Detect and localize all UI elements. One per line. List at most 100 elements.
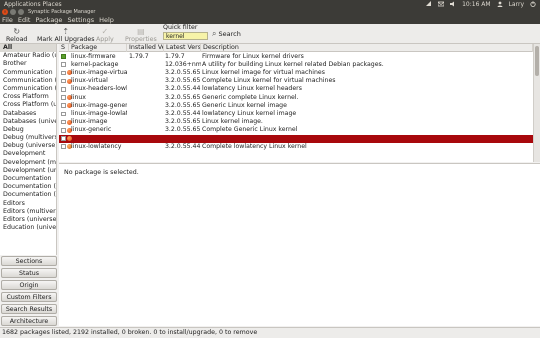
indicator-area: 10:16 AM Larry	[426, 1, 536, 8]
status-checkbox[interactable]	[61, 144, 66, 150]
category-item[interactable]: All	[0, 44, 56, 53]
cell-package: linux-image-lowlatency	[71, 109, 127, 117]
package-table[interactable]: S Package Installed Version Latest Versi…	[59, 44, 533, 162]
category-item[interactable]: Cross Platform (universe)	[0, 101, 56, 109]
category-item[interactable]: Brother	[0, 60, 56, 68]
status-checkbox[interactable]	[61, 54, 66, 59]
category-item[interactable]: Databases (universe)	[0, 118, 56, 126]
volume-icon[interactable]	[450, 1, 456, 7]
category-item[interactable]: Education (universe)	[0, 224, 56, 232]
status-checkbox[interactable]	[61, 128, 66, 133]
architecture-button[interactable]: Architecture	[1, 316, 57, 326]
column-header-latest-version[interactable]: Latest Version	[164, 44, 201, 52]
reload-button[interactable]: ↻ Reload	[6, 25, 27, 43]
category-item[interactable]: Communication (universe)	[0, 85, 56, 93]
category-item[interactable]: Development	[0, 150, 56, 158]
cell-description: lowlatency Linux kernel headers	[202, 85, 302, 93]
status-checkbox[interactable]	[61, 62, 66, 68]
mail-icon[interactable]	[437, 1, 445, 7]
sections-button[interactable]: Sections	[1, 256, 57, 266]
column-header-status[interactable]: S	[59, 44, 69, 52]
category-item[interactable]: Communication (multiverse)	[0, 77, 56, 85]
clock[interactable]: 10:16 AM	[462, 1, 490, 8]
table-row[interactable]: linux-generic 3.2.0.55.65 Complete Generic…	[59, 126, 533, 134]
vertical-scrollbar[interactable]	[533, 44, 540, 162]
column-header-package[interactable]: Package	[69, 44, 127, 52]
category-item[interactable]: Documentation (multiverse)	[0, 183, 56, 191]
upgrade-icon: ⇡	[62, 27, 70, 36]
quick-filter-label: Quick filter	[163, 24, 198, 31]
category-item[interactable]: Editors (universe)	[0, 216, 56, 224]
table-row[interactable]: linux-image-generic 3.2.0.55.65 Generic Li…	[59, 102, 533, 110]
status-checkbox[interactable]	[61, 78, 66, 84]
status-checkbox[interactable]	[61, 119, 66, 125]
status-checkbox[interactable]	[61, 87, 66, 92]
table-row[interactable]: linux 3.2.0.55.65 Generic complete Linux k…	[59, 94, 533, 102]
category-item[interactable]: Development (universe)	[0, 167, 56, 175]
table-row[interactable]: linux-headers-lowlatency 3.2.0.55.44lowla…	[59, 85, 533, 93]
category-item[interactable]: Editors	[0, 200, 56, 208]
table-row[interactable]: linux-image 3.2.0.55.65 Linux kernel image…	[59, 118, 533, 126]
category-item[interactable]: Amateur Radio (universe)	[0, 52, 56, 60]
cell-description: Complete Linux kernel for virtual machin…	[202, 77, 336, 85]
user-name[interactable]: Larry	[509, 1, 524, 8]
category-item[interactable]: Debug	[0, 126, 56, 134]
quick-filter-input[interactable]	[163, 32, 208, 40]
status-checkbox[interactable]	[61, 103, 66, 109]
category-item[interactable]: Debug (universe)	[0, 142, 56, 150]
apply-button[interactable]: ✓ Apply	[96, 25, 114, 43]
window-title: Synaptic Package Manager	[28, 8, 96, 15]
origin-button[interactable]: Origin	[1, 280, 57, 290]
cell-latest-version	[165, 135, 201, 143]
menu-help[interactable]: Help	[99, 16, 114, 24]
table-row[interactable]: linux-image-virtual 3.2.0.55.65 Linux kern…	[59, 69, 533, 77]
table-row[interactable]: linux-lowlatency 3.2.0.55.44 Complete lowl…	[59, 143, 533, 151]
status-checkbox[interactable]	[61, 136, 66, 141]
table-row[interactable]: linux-virtual 3.2.0.55.65 Complete Linux k…	[59, 77, 533, 85]
scrollbar-thumb[interactable]	[535, 46, 539, 76]
category-item[interactable]: Editors (multiverse)	[0, 208, 56, 216]
mark-all-upgrades-button[interactable]: ⇡ Mark All Upgrades	[37, 25, 95, 43]
cell-latest-version: 3.2.0.55.44	[165, 85, 201, 93]
minimize-button[interactable]	[10, 8, 16, 15]
status-checkbox[interactable]	[61, 95, 66, 100]
status-checkbox[interactable]	[61, 111, 66, 117]
applications-places-menu[interactable]: Applications Places	[4, 1, 426, 8]
status-button[interactable]: Status	[1, 268, 57, 278]
category-item[interactable]: Communication	[0, 69, 56, 77]
menu-settings[interactable]: Settings	[67, 16, 94, 24]
cell-latest-version: 1.79.7	[165, 52, 185, 60]
maximize-button[interactable]	[18, 8, 24, 15]
category-item[interactable]: Databases	[0, 110, 56, 118]
search-button[interactable]: ⌕ Search	[212, 29, 241, 39]
category-item[interactable]: Documentation (universe)	[0, 191, 56, 199]
cell-description	[202, 135, 532, 143]
properties-button[interactable]: ▤ Properties	[125, 25, 157, 43]
table-row[interactable]: kernel-package 12.036+nmu1A utility for b…	[59, 61, 533, 69]
status-checkbox[interactable]	[61, 70, 66, 76]
category-item[interactable]: Cross Platform	[0, 93, 56, 101]
search-results-button[interactable]: Search Results	[1, 304, 57, 314]
mark-all-upgrades-label: Mark All Upgrades	[37, 36, 95, 43]
menu-edit[interactable]: Edit	[18, 16, 31, 24]
column-header-description[interactable]: Description	[201, 44, 533, 52]
cell-description: Generic Linux kernel image	[202, 101, 287, 109]
cell-installed-version	[129, 110, 164, 118]
menu-file[interactable]: File	[2, 16, 13, 24]
close-button[interactable]: ×	[2, 8, 8, 15]
table-row[interactable]: linux-firmware 1.79.7 1.79.7 Firmware for L…	[59, 53, 533, 61]
category-list[interactable]: AllAmateur Radio (universe)BrotherCommun…	[0, 44, 57, 255]
cell-package: linux-generic	[71, 126, 112, 134]
category-item[interactable]: Development (multiverse)	[0, 159, 56, 167]
category-item[interactable]: Documentation	[0, 175, 56, 183]
column-header-installed-version[interactable]: Installed Version	[127, 44, 164, 52]
search-label: Search	[218, 30, 241, 38]
menu-package[interactable]: Package	[35, 16, 62, 24]
table-row[interactable]: linux-image-lowlatency 3.2.0.55.44lowlate…	[59, 110, 533, 118]
cell-description: Generic complete Linux kernel.	[202, 93, 299, 101]
category-item[interactable]: Debug (multiverse)	[0, 134, 56, 142]
power-icon[interactable]	[530, 1, 536, 7]
table-row[interactable]	[59, 134, 533, 143]
network-icon[interactable]	[426, 1, 432, 7]
custom-filters-button[interactable]: Custom Filters	[1, 292, 57, 302]
